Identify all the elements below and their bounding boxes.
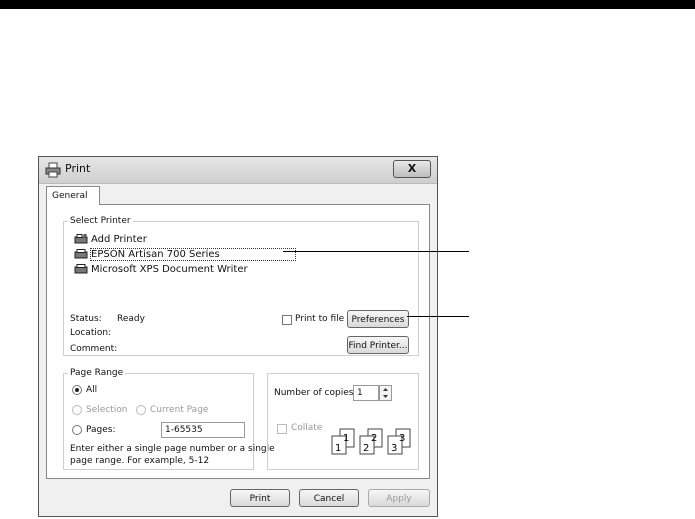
callout-line-preferences xyxy=(407,316,469,317)
comment-label: Comment: xyxy=(70,344,118,354)
printer-item-xps[interactable]: Microsoft XPS Document Writer xyxy=(74,262,374,277)
printer-icon xyxy=(74,249,88,259)
top-rule xyxy=(0,0,695,9)
title-bar[interactable]: Print X xyxy=(39,157,437,184)
current-page-label: Current Page xyxy=(150,405,209,415)
selection-radio[interactable] xyxy=(72,405,82,415)
printer-list[interactable]: Add Printer EPSON Artisan 700 Series Mic… xyxy=(74,232,374,277)
preferences-button[interactable]: Preferences xyxy=(347,310,409,328)
collate-page-number: 2 xyxy=(363,443,369,454)
page-range-legend: Page Range xyxy=(68,368,126,379)
number-of-copies-label: Number of copies: xyxy=(274,388,357,398)
all-radio[interactable] xyxy=(72,385,82,395)
collate-page-number: 1 xyxy=(335,443,341,454)
current-page-radio[interactable] xyxy=(136,405,146,415)
collate-page-number: 2 xyxy=(371,433,377,444)
close-button[interactable]: X xyxy=(393,160,431,178)
page-range-hint-2: page range. For example, 5-12 xyxy=(70,456,210,466)
status-label: Status: xyxy=(70,314,102,324)
printer-label: Add Printer xyxy=(91,234,147,245)
callout-line-printer xyxy=(283,251,469,252)
print-button[interactable]: Print xyxy=(230,489,290,507)
collate-page-number: 3 xyxy=(391,443,397,454)
page-range-hint-1: Enter either a single page number or a s… xyxy=(70,444,275,454)
pages-radio[interactable] xyxy=(72,425,82,435)
pages-input[interactable]: 1-65535 xyxy=(161,422,245,438)
find-printer-button[interactable]: Find Printer... xyxy=(347,336,409,354)
collate-label: Collate xyxy=(291,423,323,433)
selection-label: Selection xyxy=(86,405,128,415)
select-printer-legend: Select Printer xyxy=(68,216,133,227)
general-panel: Select Printer Add Printer EPSON Artisan… xyxy=(46,204,430,479)
pages-label: Pages: xyxy=(86,425,116,435)
print-to-file-label: Print to file xyxy=(295,314,345,324)
printer-label: EPSON Artisan 700 Series xyxy=(90,248,296,261)
spinner-up-icon[interactable] xyxy=(380,386,391,393)
copies-spinner[interactable] xyxy=(379,385,392,401)
printer-icon xyxy=(74,264,88,274)
printer-item-add[interactable]: Add Printer xyxy=(74,232,374,247)
print-to-file-checkbox[interactable] xyxy=(282,315,292,325)
apply-button[interactable]: Apply xyxy=(368,489,430,507)
add-printer-icon xyxy=(74,234,88,244)
cancel-button[interactable]: Cancel xyxy=(299,489,359,507)
collate-pages-icon: 1 1 2 2 3 3 xyxy=(331,428,411,455)
page-range-group: Page Range All Selection Current Page Pa… xyxy=(63,368,275,470)
collate-page-number: 3 xyxy=(399,433,405,444)
location-label: Location: xyxy=(70,328,112,338)
tab-general[interactable]: General xyxy=(46,186,100,205)
copies-group: Number of copies: 1 Collate 1 1 2 2 3 3 xyxy=(267,373,419,470)
printer-item-epson[interactable]: EPSON Artisan 700 Series xyxy=(74,247,374,262)
all-label: All xyxy=(86,385,98,395)
printer-icon xyxy=(45,162,61,178)
spinner-down-icon[interactable] xyxy=(380,393,391,400)
copies-input[interactable]: 1 xyxy=(353,385,379,401)
collate-page-number: 1 xyxy=(343,433,349,444)
select-printer-group: Select Printer Add Printer EPSON Artisan… xyxy=(63,216,419,356)
printer-label: Microsoft XPS Document Writer xyxy=(91,264,248,275)
print-dialog: Print X General Select Printer Add Print… xyxy=(38,156,438,517)
collate-checkbox[interactable] xyxy=(277,424,287,434)
status-value: Ready xyxy=(117,314,145,324)
window-title: Print xyxy=(65,162,91,175)
